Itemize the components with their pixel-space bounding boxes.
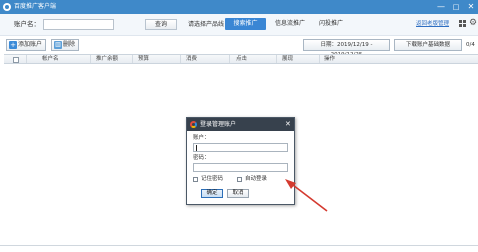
date-range-picker[interactable]: 日期：2019/12/19 - 2019/12/25 bbox=[303, 39, 390, 58]
column-header-clicks[interactable]: 点击 bbox=[236, 56, 247, 63]
trash-icon: ▥ bbox=[54, 41, 62, 49]
maximize-button[interactable]: □ bbox=[449, 0, 463, 14]
column-header-balance[interactable]: 推广余额 bbox=[96, 56, 118, 63]
divider bbox=[0, 245, 478, 246]
account-name-label: 账户名： bbox=[14, 20, 40, 28]
auto-login-checkbox[interactable] bbox=[237, 177, 242, 182]
minimize-button[interactable]: — bbox=[434, 0, 448, 14]
column-header-account[interactable]: 帐户名 bbox=[42, 56, 59, 63]
add-account-button[interactable]: + 添加账户 bbox=[6, 39, 47, 51]
page-count: 0/4 bbox=[466, 42, 475, 48]
confirm-button[interactable]: 确定 bbox=[201, 189, 223, 198]
column-header-impressions[interactable]: 展现 bbox=[282, 56, 293, 63]
password-input[interactable] bbox=[193, 163, 288, 172]
download-data-button[interactable]: 下载账户基础数据 bbox=[394, 39, 462, 51]
remember-password-label: 记住密码 bbox=[201, 176, 224, 182]
text-caret bbox=[196, 145, 197, 151]
tab-feed-promotion[interactable]: 信息流推广 bbox=[269, 18, 311, 30]
table-header: 帐户名 推广余额 预算 消费 点击 展现 操作 bbox=[4, 54, 478, 64]
search-button[interactable]: 查询 bbox=[145, 19, 177, 30]
add-account-label: 添加账户 bbox=[18, 41, 43, 48]
add-icon: + bbox=[9, 41, 17, 49]
title-bar: 百度推广客户端 — □ ✕ bbox=[0, 0, 478, 14]
select-all-checkbox[interactable] bbox=[13, 57, 19, 63]
column-header-budget[interactable]: 预算 bbox=[138, 56, 149, 63]
remember-password-checkbox[interactable] bbox=[193, 177, 198, 182]
password-label: 密码： bbox=[193, 155, 210, 161]
account-name-input[interactable] bbox=[43, 19, 114, 30]
auto-login-label: 自动登录 bbox=[245, 176, 268, 182]
window-title: 百度推广客户端 bbox=[14, 3, 57, 10]
filter-bar: 账户名： 查询 请选择产品线： 搜索推广 信息流推广 闪投推广 返回老版管理 ⚙ bbox=[0, 14, 478, 36]
account-label: 账户： bbox=[193, 135, 210, 141]
column-header-actions: 操作 bbox=[324, 56, 336, 62]
tab-search-promotion[interactable]: 搜索推广 bbox=[225, 18, 266, 30]
delete-button[interactable]: ▥ 删除 bbox=[51, 39, 80, 51]
app-icon bbox=[3, 3, 11, 11]
dialog-title-bar: 登录管理账户 ✕ bbox=[187, 118, 294, 131]
delete-label: 删除 bbox=[63, 41, 76, 48]
close-button[interactable]: ✕ bbox=[464, 0, 478, 14]
tab-flash-promotion[interactable]: 闪投推广 bbox=[313, 18, 349, 30]
dialog-title: 登录管理账户 bbox=[200, 121, 237, 128]
cancel-button[interactable]: 取消 bbox=[227, 189, 249, 198]
account-input[interactable] bbox=[193, 143, 288, 152]
toolbar: + 添加账户 ▥ 删除 日期：2019/12/19 - 2019/12/25 下… bbox=[0, 36, 478, 58]
grid-icon[interactable] bbox=[459, 20, 467, 28]
legacy-management-link[interactable]: 返回老版管理 bbox=[416, 20, 449, 29]
column-header-spend[interactable]: 消费 bbox=[186, 56, 197, 63]
login-dialog: 登录管理账户 ✕ 账户： 密码： 记住密码 自动登录 确定 取消 bbox=[186, 117, 295, 205]
baidu-logo-icon bbox=[190, 121, 197, 128]
gear-icon[interactable]: ⚙ bbox=[469, 18, 477, 28]
product-line-label: 请选择产品线： bbox=[188, 21, 231, 28]
dialog-close-icon[interactable]: ✕ bbox=[285, 120, 291, 128]
